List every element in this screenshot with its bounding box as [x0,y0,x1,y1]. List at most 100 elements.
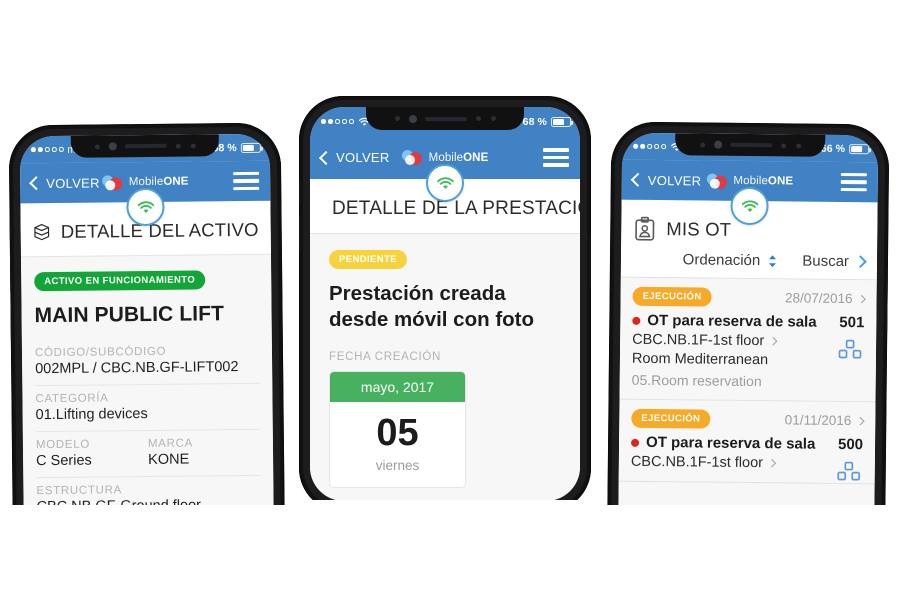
battery-icon [551,116,573,127]
phone-left-volume-up[interactable] [8,253,13,292]
back-button-left[interactable]: VOLVER [29,175,100,191]
front-camera-icon [713,140,722,149]
dot-projector-icon [489,115,497,122]
order-location: CBC.NB.1F-1st floor [630,453,764,472]
creation-date-label: FECHA CREACIÓN [329,351,442,364]
creation-date-card: mayo, 2017 05 viernes [329,371,466,489]
table-row[interactable]: EJECUCIÓN 01/11/2016 OT para reserva de … [618,399,876,485]
asset-name: MAIN PUBLIC LIFT [34,302,225,328]
hamburger-menu-icon[interactable] [543,148,569,167]
asset-detail-section: ACTIVO EN FUNCIONAMIENTO MAIN PUBLIC LIF… [21,255,274,524]
back-label: VOLVER [336,150,390,165]
search-button[interactable]: Buscar [802,252,867,271]
order-number: 500 [837,435,864,454]
front-camera-icon [108,142,117,151]
order-location-row: CBC.NB.1F-1st floor [632,332,864,350]
chevron-right-icon [854,255,867,269]
dot-projector-icon [189,141,197,150]
field-modelo: MODELO C Series [35,438,148,470]
order-title: OT para reserva de sala [647,311,817,331]
phone-center-mute-switch[interactable] [299,182,301,202]
order-date: 28/07/2016 [784,290,853,307]
field-label: MODELO [35,438,91,452]
package-box-icon [34,223,50,241]
page-title-center: DETALLE DE LA PRESTACIÓN [332,198,580,219]
app-name-center: MobileONE [429,152,489,164]
order-location-row: CBC.NB.1F-1st floor [631,454,863,472]
hamburger-menu-icon[interactable] [840,172,867,192]
field-value: C Series [36,452,92,470]
ir-camera-icon [474,115,482,122]
wifi-status-badge-right[interactable] [730,186,769,226]
grid-squares-icon[interactable] [837,460,861,489]
field-value: 01.Lifting devices [35,405,148,424]
phone-left-mute-switch[interactable] [8,217,12,240]
field-codigo-subcodigo: CÓDIGO/SUBCÓDIGO 002MPL / CBC.NB.GF-LIFT… [34,337,260,387]
chevron-left-icon [29,176,44,191]
dot-projector-icon [794,141,802,150]
service-title: Prestación creada desde móvil con foto [329,282,535,332]
back-button-center[interactable]: VOLVER [318,150,390,165]
phone-right-power[interactable] [885,274,889,333]
brand-light: Mobile [428,151,464,164]
battery-icon [240,142,261,153]
wifi-status-badge-left[interactable] [126,187,165,227]
order-date-group: 01/11/2016 [785,412,865,428]
ir-camera-icon [174,142,182,150]
mobileone-logo-icon [706,173,728,189]
table-row[interactable]: EJECUCIÓN 28/07/2016 OT para reserva de … [619,277,877,403]
sort-updown-icon [769,254,777,267]
wifi-icon [137,200,154,213]
field-label: CÓDIGO/SUBCÓDIGO [34,345,167,360]
phone-center-volume-up[interactable] [299,216,301,250]
status-badge: EJECUCIÓN [632,286,712,307]
mobileone-logo-icon [101,174,124,190]
status-badge-left: ACTIVO EN FUNCIONAMIENTO [34,270,206,292]
order-number: 501 [839,313,865,332]
proximity-sensor-icon [393,115,401,122]
field-categoria: CATEGORÍA 01.Lifting devices [35,383,260,433]
date-month-year: mayo, 2017 [330,372,465,403]
page-body-center: DETALLE DE LA PRESTACIÓN PENDIENTE Prest… [310,179,580,501]
field-value: KONE [148,451,190,468]
order-date-group: 28/07/2016 [784,290,866,307]
wifi-status-badge-center[interactable] [426,164,464,202]
earpiece-speaker-icon [729,142,772,148]
search-label: Buscar [802,252,850,271]
wifi-icon [741,199,758,212]
phone-left-volume-down[interactable] [9,301,13,340]
sort-button[interactable]: Ordenación [683,251,779,269]
app-name-right: MobileONE [733,175,793,188]
chevron-right-icon [769,337,778,346]
crop-mask-left [0,505,292,600]
back-label: VOLVER [647,172,702,189]
service-detail-section: PENDIENTE Prestación creada desde móvil … [310,234,580,489]
date-day: 05 [376,412,419,455]
mobileone-logo-icon [401,150,424,165]
order-room: Room Mediterranean [631,350,769,369]
status-badge-center: PENDIENTE [329,250,407,269]
phone-left-notch [70,134,219,158]
order-category: 05.Room reservation [631,371,762,390]
field-modelo-marca: MODELO C Series MARCA KONE [35,429,261,479]
field-marca: MARCA KONE [148,437,260,468]
status-dot-icon [632,316,641,325]
phone-center: 9:16 68 % [299,96,591,512]
brand-bold: ONE [767,175,794,188]
battery-percent: 68 % [522,115,547,128]
crop-mask-center [290,500,595,600]
order-location: CBC.NB.1F-1st floor [632,331,765,350]
chevron-right-icon [857,294,866,303]
battery-icon [849,143,870,154]
back-button-right[interactable]: VOLVER [630,172,702,189]
chevron-left-icon [630,172,645,187]
wifi-icon [436,176,454,189]
phone-center-power[interactable] [589,236,591,288]
grid-squares-icon[interactable] [838,338,862,367]
status-badge: EJECUCIÓN [631,408,711,429]
hamburger-menu-icon[interactable] [233,171,260,191]
chevron-right-icon [767,459,777,468]
chevron-right-icon [856,416,865,425]
order-top-row: EJECUCIÓN 01/11/2016 [631,408,865,430]
brand-light: Mobile [733,174,768,188]
